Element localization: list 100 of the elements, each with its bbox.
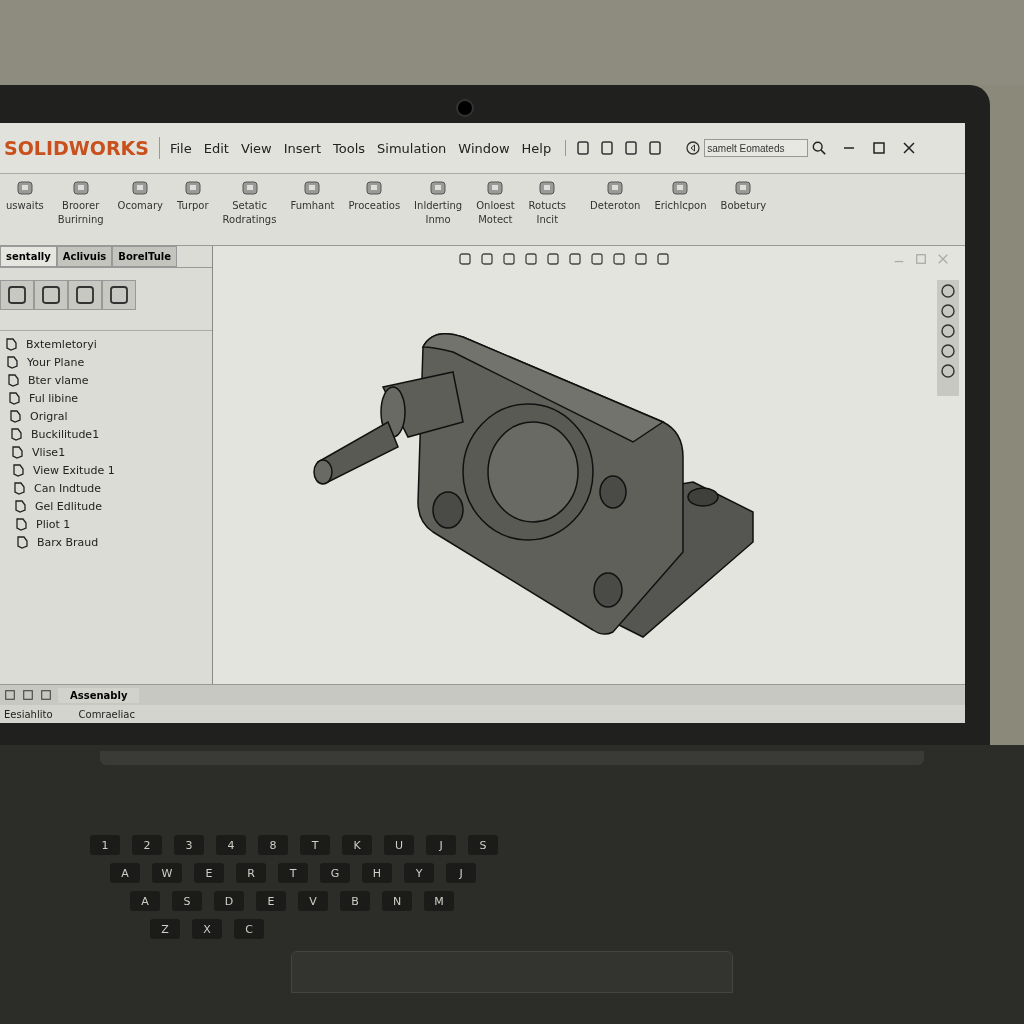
ribbon-tool-button[interactable]: Inlderting Inmo [414,180,463,227]
menu-item[interactable]: Simulation [377,140,447,156]
quick-access-icon[interactable] [576,140,591,156]
quick-access-icon[interactable] [600,140,615,156]
feature-outline-icon [15,535,29,549]
keyboard-key: U [384,835,414,855]
panel-tab[interactable]: BorelTule [112,246,177,267]
rounded-square-icon [734,180,753,196]
sheet-tab-icon[interactable] [4,689,16,701]
menu-item[interactable]: Window [458,140,510,156]
view-tool-icon[interactable] [480,252,494,266]
keyboard-key: S [172,891,202,911]
rounded-square-icon [429,180,448,196]
ribbon-tool-button[interactable]: uswaits [6,180,44,213]
view-tool-icon[interactable] [502,252,516,266]
keyboard-key: 2 [132,835,162,855]
search-field[interactable]: samelt Eomateds [704,139,809,157]
panel-tool-icon[interactable] [102,280,136,310]
keyboard-key: 1 [90,835,120,855]
keyboard-key: S [468,835,498,855]
view-tool-icon[interactable] [656,252,670,266]
view-tool-icon[interactable] [546,252,560,266]
feature-outline-icon [7,391,21,405]
view-option-icon[interactable] [940,363,956,379]
menu-item[interactable]: Help [521,140,552,156]
feature-tree-item[interactable]: Barx Braud [37,535,99,549]
keyboard-key: Y [404,863,434,883]
feature-outline-icon [13,499,27,513]
status-text: Eesiahlito [4,708,53,720]
feature-tree-item[interactable]: Gel Edlitude [35,499,102,513]
feature-outline-icon [14,517,28,531]
document-tab[interactable]: Assenably [58,687,140,703]
view-option-icon[interactable] [940,323,956,339]
keyboard-key: N [382,891,412,911]
menu-item[interactable]: View [240,140,272,156]
feature-tree-item[interactable]: Ful libine [29,391,79,405]
maximize-icon[interactable] [872,141,887,155]
ribbon-tool-button[interactable]: Ocomary [117,180,163,213]
ribbon-tool-button[interactable]: Deteroton [590,180,641,213]
rounded-square-icon [131,180,150,196]
camera-icon [456,99,474,117]
sheet-tab-icon[interactable] [22,689,34,701]
feature-tree-item[interactable]: View Exitude 1 [33,463,115,477]
ribbon-tool-button[interactable]: Fumhant [290,180,335,213]
feature-tree-item[interactable]: Can Indtude [34,481,102,495]
panel-tool-icon[interactable] [0,280,34,310]
menu-item[interactable]: Tools [333,140,366,156]
ribbon-tool-button[interactable]: Turpor [177,180,209,213]
view-tool-icon[interactable] [524,252,538,266]
feature-tree-item[interactable]: Vlise1 [32,445,66,459]
keyboard-key: X [192,919,222,939]
view-tool-icon[interactable] [458,252,472,266]
keyboard-key: K [342,835,372,855]
panel-tool-icon[interactable] [34,280,68,310]
feature-tree-item[interactable]: Buckilitude1 [31,427,100,441]
status-text: Comraeliac [78,708,135,720]
ribbon-tool-button[interactable]: Proceatios [348,180,401,213]
quick-access-icon[interactable] [648,140,663,156]
feature-outline-icon [4,337,18,351]
view-option-icon[interactable] [940,303,956,319]
view-tool-icon[interactable] [634,252,648,266]
keyboard-key: C [234,919,264,939]
search-icon[interactable] [812,141,827,155]
view-option-icon[interactable] [940,283,956,299]
ribbon-tool-button[interactable]: Onloest Motect [476,180,515,227]
panel-tool-icon[interactable] [68,280,102,310]
feature-tree-item[interactable]: Bter vlame [28,373,89,387]
rounded-square-icon [365,180,384,196]
close-icon[interactable] [902,141,917,155]
keyboard-key: J [426,835,456,855]
feature-tree-item[interactable]: Bxtemletoryi [26,337,97,351]
view-tool-icon[interactable] [590,252,604,266]
quick-access-icon[interactable] [624,140,639,156]
menu-item[interactable]: Edit [203,140,229,156]
feature-tree-item[interactable]: Pliot 1 [36,517,71,531]
view-option-icon[interactable] [940,343,956,359]
sheet-tab-icon[interactable] [40,689,52,701]
ribbon-tool-button[interactable]: Setatic Rodratings [222,180,277,227]
ribbon-tool-button[interactable]: Broorer Burirning [57,180,104,227]
keyboard-key: H [362,863,392,883]
ribbon-tool-button[interactable]: Rotucts Incit [528,180,567,227]
keyboard-key: W [152,863,182,883]
keyboard-key: E [256,891,286,911]
rounded-square-icon [303,180,322,196]
keyboard-key: T [300,835,330,855]
ribbon-tool-button[interactable]: Bobetury [720,180,767,213]
keyboard-key: A [110,863,140,883]
feature-outline-icon [6,373,20,387]
ribbon-tool-button[interactable]: Erichlcpon [654,180,707,213]
keyboard-key: J [446,863,476,883]
view-tool-icon[interactable] [568,252,582,266]
feature-tree-item[interactable]: Your Plane [27,355,85,369]
feature-outline-icon [10,445,24,459]
menu-item[interactable]: File [169,140,192,156]
menu-item[interactable]: Insert [283,140,322,156]
rounded-square-icon [183,180,202,196]
view-tool-icon[interactable] [612,252,626,266]
panel-tab[interactable]: sentally [0,246,57,267]
panel-tab[interactable]: Aclivuis [56,246,113,267]
feature-tree-item[interactable]: Origral [30,409,68,423]
